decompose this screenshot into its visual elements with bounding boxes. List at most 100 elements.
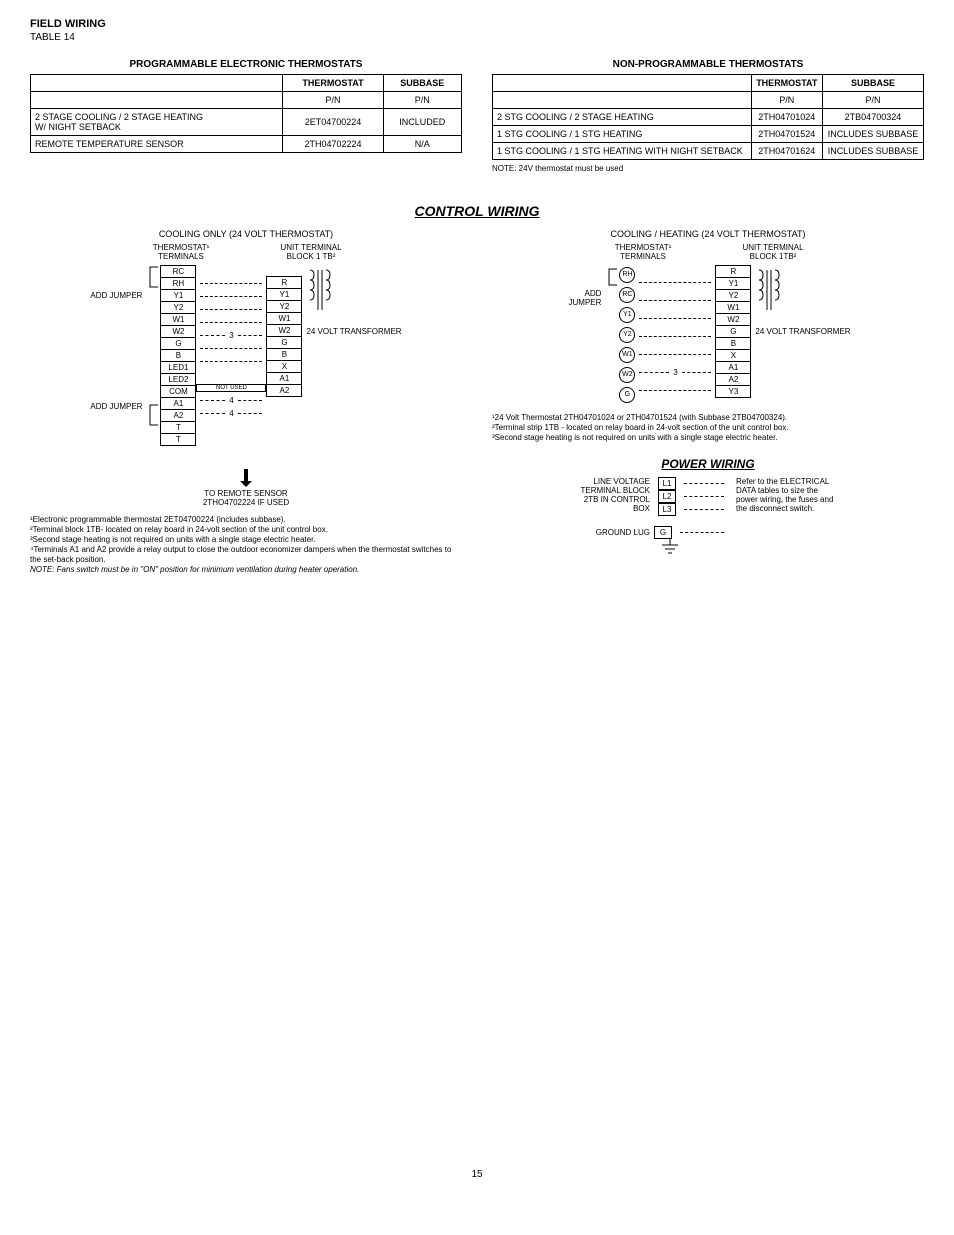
diag-b-lefthead: THERMOSTAT¹ TERMINALS xyxy=(608,243,678,261)
wire xyxy=(682,372,712,373)
td: 2TB04700324 xyxy=(822,109,923,126)
table-b-title: NON-PROGRAMMABLE THERMOSTATS xyxy=(492,59,924,70)
tables-row: PROGRAMMABLE ELECTRONIC THERMOSTATS THER… xyxy=(30,55,924,173)
foot3: ³Second stage heating is not required on… xyxy=(30,535,462,545)
wire xyxy=(200,361,262,362)
table-a-title: PROGRAMMABLE ELECTRONIC THERMOSTATS xyxy=(30,59,462,70)
left-term-col: RC RH Y1 Y2 W1 W2 G B LED1 LED2 COM A1 A… xyxy=(160,265,196,445)
term: G xyxy=(619,387,635,403)
wire xyxy=(238,413,263,414)
xfmr-label: 24 VOLT TRANSFORMER xyxy=(306,327,401,336)
table-b-note: NOTE: 24V thermostat must be used xyxy=(492,164,924,173)
th: SUBBASE xyxy=(383,75,461,92)
right-term-col: R Y1 Y2 W1 W2 G B X A1 A2 xyxy=(266,276,302,396)
remote-line2: 2THO4702224 IF USED xyxy=(30,498,462,507)
wiring-row: COOLING ONLY (24 VOLT THERMOSTAT) THERMO… xyxy=(30,229,924,575)
diag-b-foot: ¹24 Volt Thermostat 2TH04701024 or 2TH04… xyxy=(492,413,924,443)
wire xyxy=(639,372,669,373)
mark-3b: 3 xyxy=(673,368,677,377)
wire xyxy=(238,335,263,336)
wire xyxy=(639,282,711,283)
wire xyxy=(639,318,711,319)
L2: L2 xyxy=(658,490,676,503)
table-b: NON-PROGRAMMABLE THERMOSTATS THERMOSTAT … xyxy=(492,55,924,173)
not-used-label: NOT USED xyxy=(196,384,266,392)
remote-line1: TO REMOTE SENSOR xyxy=(30,489,462,498)
td: INCLUDES SUBBASE xyxy=(822,126,923,143)
txt: W/ NIGHT SETBACK xyxy=(35,122,121,132)
th: THERMOSTAT xyxy=(751,75,822,92)
power-wiring-title: POWER WIRING xyxy=(492,457,924,471)
mark-3: 3 xyxy=(229,331,233,340)
diag-a-lefthead: THERMOSTAT¹ TERMINALS xyxy=(146,243,216,261)
term: RC xyxy=(619,287,635,303)
mark-4b: 4 xyxy=(229,409,233,418)
td: INCLUDED xyxy=(383,109,461,136)
footb3: ³Second stage heating is not required on… xyxy=(492,433,924,443)
transformer-icon xyxy=(306,265,332,325)
wire xyxy=(200,283,262,284)
diagram-b: COOLING / HEATING (24 VOLT THERMOSTAT) T… xyxy=(492,229,924,555)
td: N/A xyxy=(383,136,461,153)
ground-terminal: G xyxy=(654,526,672,539)
term: Y3 xyxy=(715,385,751,398)
term: Y2 xyxy=(619,327,635,343)
th: THERMOSTAT xyxy=(283,75,383,92)
wire xyxy=(639,390,711,391)
foot1: ¹Electronic programmable thermostat 2ET0… xyxy=(30,515,462,525)
transformer-icon xyxy=(755,265,781,325)
th xyxy=(493,75,752,92)
wire xyxy=(200,322,262,323)
wire xyxy=(200,309,262,310)
txt: 2 STAGE COOLING / 2 STAGE HEATING xyxy=(35,112,203,122)
wire xyxy=(684,509,724,510)
term: A2 xyxy=(266,384,302,397)
diag-a-top: COOLING ONLY (24 VOLT THERMOSTAT) xyxy=(30,229,462,239)
wire xyxy=(680,532,724,533)
wire xyxy=(639,336,711,337)
td: 2 STG COOLING / 2 STAGE HEATING xyxy=(493,109,752,126)
page-title: FIELD WIRING xyxy=(30,18,924,30)
td: INCLUDES SUBBASE xyxy=(822,143,923,160)
power-right-label: Refer to the ELECTRICAL DATA tables to s… xyxy=(736,477,836,513)
xfmr-label-b: 24 VOLT TRANSFORMER xyxy=(755,327,850,336)
diag-a-righthead: UNIT TERMINAL BLOCK 1 TB² xyxy=(276,243,346,261)
wire xyxy=(200,400,225,401)
jumper-bracket-icon xyxy=(146,265,160,465)
footb2: ²Terminal strip 1TB - located on relay b… xyxy=(492,423,924,433)
diag-a-foot: ¹Electronic programmable thermostat 2ET0… xyxy=(30,515,462,575)
foot4: ⁴Terminals A1 and A2 provide a relay out… xyxy=(30,545,462,565)
td: 2TH04701524 xyxy=(751,126,822,143)
diagram-a: COOLING ONLY (24 VOLT THERMOSTAT) THERMO… xyxy=(30,229,462,575)
term: W2 xyxy=(619,367,635,383)
transformer-a: 24 VOLT TRANSFORMER xyxy=(306,265,401,336)
foot2: ²Terminal block 1TB- located on relay bo… xyxy=(30,525,462,535)
wire xyxy=(238,400,263,401)
ground-icon xyxy=(660,539,680,555)
wire xyxy=(200,296,262,297)
L1: L1 xyxy=(658,477,676,490)
left-circ-col: RH RC Y1 Y2 W1 W2 G xyxy=(619,265,635,405)
right-term-col-b: R Y1 Y2 W1 W2 G B X A1 A2 Y3 xyxy=(715,265,751,397)
td xyxy=(493,92,752,109)
mark-4a: 4 xyxy=(229,396,233,405)
td: P/N xyxy=(383,92,461,109)
page-number: 15 xyxy=(30,1169,924,1180)
table-a-grid: THERMOSTAT SUBBASE P/N P/N 2 STAGE COOLI… xyxy=(30,74,462,153)
footnote: NOTE: Fans switch must be in "ON" positi… xyxy=(30,565,462,575)
wire xyxy=(200,413,225,414)
arrow-down-icon xyxy=(236,469,256,487)
td: REMOTE TEMPERATURE SENSOR xyxy=(31,136,283,153)
td: 2TH04701624 xyxy=(751,143,822,160)
term: T xyxy=(160,433,196,446)
transformer-b: 24 VOLT TRANSFORMER xyxy=(755,265,850,336)
term: RH xyxy=(619,267,635,283)
power-left-label: LINE VOLTAGE TERMINAL BLOCK 2TB IN CONTR… xyxy=(580,477,650,513)
wire xyxy=(639,354,711,355)
page-subtitle: TABLE 14 xyxy=(30,32,924,43)
L3: L3 xyxy=(658,503,676,516)
td: P/N xyxy=(751,92,822,109)
diag-b-top: COOLING / HEATING (24 VOLT THERMOSTAT) xyxy=(492,229,924,239)
add-jumper-1: ADD JUMPER xyxy=(90,291,142,317)
td: 1 STG COOLING / 1 STG HEATING xyxy=(493,126,752,143)
